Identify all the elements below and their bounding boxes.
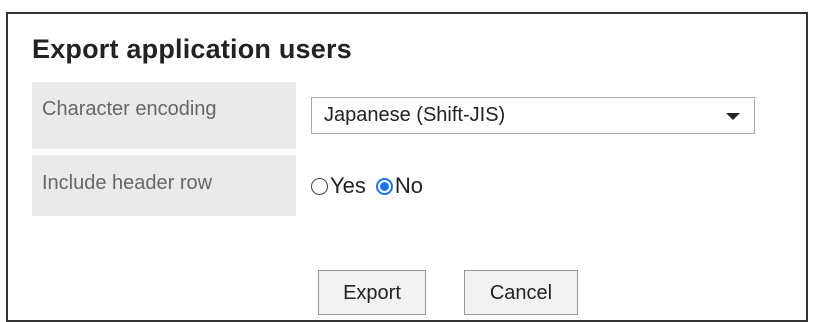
- encoding-select-value: Japanese (Shift-JIS): [324, 104, 506, 126]
- export-button[interactable]: Export: [318, 270, 426, 315]
- header-row-radio-group: Yes No: [311, 173, 423, 199]
- radio-no-label[interactable]: No: [395, 173, 423, 199]
- radio-no[interactable]: [375, 177, 393, 195]
- encoding-label: Character encoding: [32, 82, 296, 149]
- radio-yes[interactable]: [311, 177, 328, 195]
- encoding-select[interactable]: Japanese (Shift-JIS): [311, 97, 755, 134]
- radio-option-no[interactable]: No: [375, 173, 423, 199]
- cancel-button[interactable]: Cancel: [464, 270, 578, 315]
- chevron-down-icon[interactable]: [726, 113, 740, 120]
- page-title: Export application users: [32, 34, 352, 64]
- radio-option-yes[interactable]: Yes: [311, 173, 366, 199]
- header-row-label: Include header row: [32, 155, 296, 216]
- radio-yes-label[interactable]: Yes: [330, 173, 366, 199]
- export-dialog: Export application users Character encod…: [6, 12, 808, 322]
